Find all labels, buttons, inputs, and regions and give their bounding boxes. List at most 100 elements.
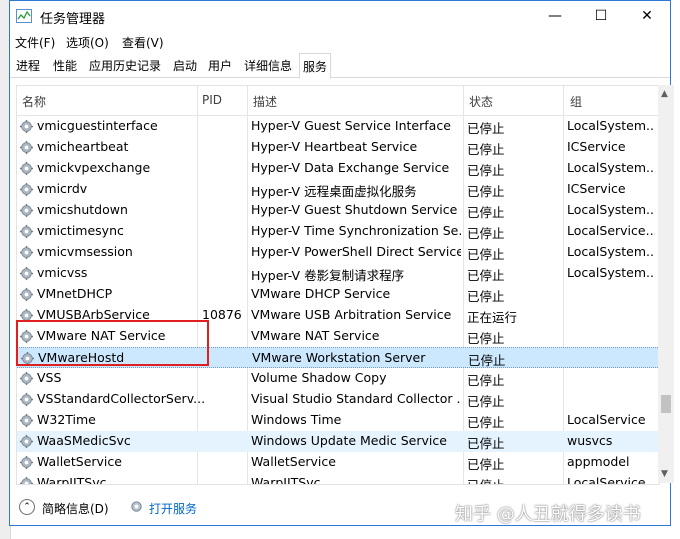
service-name: WarpJITSvc [37,475,107,485]
service-row[interactable]: vmicvmsession Hyper-V PowerShell Direct S… [17,242,659,263]
column-header-name[interactable]: 名称 [22,93,46,110]
service-status: 已停止 [467,331,505,346]
column-header-pid[interactable]: PID [202,93,222,107]
sort-ascending-icon: ⌃ [101,85,109,92]
menu-view[interactable]: 查看(V) [122,34,164,51]
tab-processes[interactable]: 进程 [12,55,44,78]
window-title: 任务管理器 [40,12,106,27]
service-group: ICService [567,139,626,154]
vertical-scrollbar[interactable]: ▲ ▼ [658,85,674,483]
service-gear-icon [19,371,34,386]
service-row[interactable]: vmicguestinterface Hyper-V Guest Service … [17,116,659,137]
column-header-description[interactable]: 描述 [253,93,277,110]
service-status: 已停止 [467,436,505,451]
minimize-button[interactable]: — [532,1,578,32]
service-description: Windows Time [251,412,342,427]
service-row[interactable]: WarpJITSvc WarpJITSvc 已停止 LocalService... [17,473,659,485]
service-gear-icon [19,476,34,484]
service-row[interactable]: vmicshutdown Hyper-V Guest Shutdown Servi… [17,200,659,221]
service-group: LocalSystem... [567,202,655,217]
service-name: vmicguestinterface [37,118,158,133]
service-group: LocalSystem... [567,160,655,175]
service-gear-icon [19,161,34,176]
service-status: 已停止 [468,353,506,368]
service-description: Volume Shadow Copy [251,370,387,385]
service-group: LocalService [567,412,646,427]
menu-file[interactable]: 文件(F) [15,34,55,51]
scroll-up-icon[interactable]: ▲ [661,89,668,99]
service-group: LocalService... [567,223,655,238]
service-row[interactable]: WalletService WalletService 已停止 appmodel [17,452,659,473]
service-gear-icon [19,182,34,197]
service-gear-icon [19,266,34,281]
service-gear-icon [19,455,34,470]
service-status: 已停止 [467,226,505,241]
service-status: 已停止 [467,475,557,484]
service-status: 已停止 [467,415,505,430]
service-row[interactable]: VMnetDHCP VMware DHCP Service 已停止 [17,284,659,305]
watermark-text: 知乎 @人丑就得多读书 [455,504,641,525]
task-manager-window: 任务管理器 — ☐ ✕ 文件(F) 选项(O) 查看(V) 进程 性能 应用历史… [9,0,674,526]
service-name: vmicrdv [37,181,88,196]
close-button[interactable]: ✕ [624,1,670,32]
service-row[interactable]: VSStandardCollectorServ... Visual Studio … [17,389,659,410]
service-row[interactable]: vmicvss Hyper-V 卷影复制请求程序 已停止 LocalSystem... [17,263,659,284]
service-description: Hyper-V Guest Service Interface [251,118,451,133]
column-header-status[interactable]: 状态 [469,93,493,110]
column-header-group[interactable]: 组 [570,93,582,110]
service-gear-icon [19,119,34,134]
tab-performance[interactable]: 性能 [49,55,81,78]
chevron-up-icon[interactable]: ⌃ [19,499,35,515]
service-gear-icon [19,413,34,428]
scroll-down-icon[interactable]: ▼ [661,469,668,479]
service-status: 已停止 [467,121,505,136]
tab-startup[interactable]: 启动 [169,55,201,78]
tab-app-history[interactable]: 应用历史记录 [85,55,165,78]
service-description: Hyper-V Heartbeat Service [251,139,418,154]
service-group: wusvcs [567,433,613,448]
service-status: 已停止 [467,142,505,157]
service-name: vmictimesync [37,223,124,238]
service-row[interactable]: vmicrdv Hyper-V 远程桌面虚拟化服务 已停止 ICService [17,179,659,200]
service-status: 已停止 [467,289,505,304]
service-row[interactable]: VSS Volume Shadow Copy 已停止 [17,368,659,389]
service-gear-icon [19,140,34,155]
maximize-button[interactable]: ☐ [578,1,624,32]
service-group: appmodel [567,454,630,469]
menu-bar: 文件(F) 选项(O) 查看(V) [10,32,670,52]
service-description: Hyper-V Data Exchange Service [251,160,450,175]
service-row[interactable]: vmicheartbeat Hyper-V Heartbeat Service 已停… [17,137,659,158]
service-gear-icon [19,434,34,449]
service-row[interactable]: vmictimesync Hyper-V Time Synchronization… [17,221,659,242]
service-description: Hyper-V PowerShell Direct Service [251,244,461,259]
service-name: VSS [37,370,62,385]
service-description: Hyper-V 远程桌面虚拟化服务 [251,184,417,199]
scrollbar-thumb[interactable] [661,395,671,413]
service-description: VMware DHCP Service [251,286,391,301]
menu-options[interactable]: 选项(O) [66,34,109,51]
service-group: LocalService... [567,475,655,485]
service-group: LocalSystem... [567,244,655,259]
service-row[interactable]: vmickvpexchange Hyper-V Data Exchange Ser… [17,158,659,179]
service-name: vmicvss [37,265,88,280]
title-bar[interactable]: 任务管理器 — ☐ ✕ [10,1,670,32]
service-description: Hyper-V Time Synchronization Se... [251,223,461,238]
service-name: WaaSMedicSvc [37,433,131,448]
service-name: vmicheartbeat [37,139,129,154]
tab-services[interactable]: 服务 [299,53,332,79]
services-gear-icon [131,501,142,512]
task-manager-icon [16,9,32,23]
service-row[interactable]: W32Time Windows Time 已停止 LocalService [17,410,659,431]
tab-details[interactable]: 详细信息 [240,55,296,78]
service-gear-icon [19,392,34,407]
open-services-link[interactable]: 打开服务 [149,500,197,517]
annotation-highlight-box [16,320,209,366]
service-name: VMnetDHCP [37,286,113,301]
less-details-button[interactable]: 简略信息(D) [42,500,109,517]
service-description: Windows Update Medic Service [251,433,447,448]
tab-users[interactable]: 用户 [204,55,236,78]
service-description: Visual Studio Standard Collector ... [251,391,461,406]
service-description: VMware NAT Service [251,328,380,343]
service-description: VMware USB Arbitration Service [251,307,452,322]
service-row[interactable]: WaaSMedicSvc Windows Update Medic Service… [17,431,659,452]
